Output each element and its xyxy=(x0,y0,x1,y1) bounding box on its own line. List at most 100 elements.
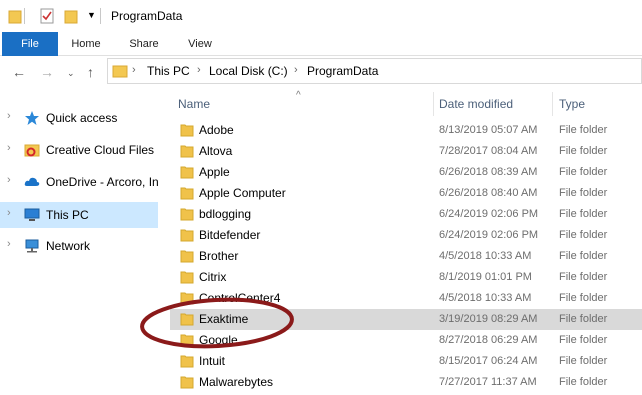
file-date-modified: 7/27/2017 11:37 AM xyxy=(439,376,537,388)
file-row-controlcenter4[interactable]: ControlCenter4 4/5/2018 10:33 AM File fold… xyxy=(170,288,642,309)
file-date-modified: 4/5/2018 10:33 AM xyxy=(439,292,532,304)
file-row-google[interactable]: Google 8/27/2018 06:29 AM File folder xyxy=(170,330,642,351)
file-name: ControlCenter4 xyxy=(199,291,281,305)
chevron-right-icon[interactable]: › xyxy=(7,174,11,186)
folder-icon xyxy=(112,65,128,78)
file-list: ^ Name Date modified Type Adobe 8/13/2019… xyxy=(160,90,642,395)
folder-icon xyxy=(180,145,194,158)
tab-home[interactable]: Home xyxy=(62,32,110,56)
file-row-intuit[interactable]: Intuit 8/15/2017 06:24 AM File folder xyxy=(170,351,642,372)
chevron-right-icon[interactable]: › xyxy=(7,238,11,250)
breadcrumb-programdata[interactable]: ProgramData xyxy=(307,64,378,78)
folder-icon xyxy=(180,250,194,263)
file-type: File folder xyxy=(559,208,608,220)
file-row-malwarebytes[interactable]: Malwarebytes 7/27/2017 11:37 AM File folde… xyxy=(170,372,642,393)
creative-cloud-icon xyxy=(24,144,40,157)
folder-icon xyxy=(180,271,194,284)
folder-icon xyxy=(180,208,194,221)
column-header-name[interactable]: Name xyxy=(178,97,210,111)
chevron-right-icon[interactable]: › xyxy=(7,110,11,122)
nav-item-this-pc[interactable]: › This PC xyxy=(0,202,158,228)
navigation-pane: › Quick access › Creative Cloud Files › … xyxy=(0,90,160,395)
new-folder-icon[interactable] xyxy=(64,8,78,24)
file-date-modified: 6/24/2019 02:06 PM xyxy=(439,229,539,241)
file-name: Citrix xyxy=(199,270,227,284)
file-type: File folder xyxy=(559,187,608,199)
file-date-modified: 4/5/2018 10:33 AM xyxy=(439,250,532,262)
ribbon-tabs: File Home Share View xyxy=(0,32,642,56)
breadcrumb-this-pc[interactable]: This PC xyxy=(147,64,190,78)
file-type: File folder xyxy=(559,271,608,283)
file-row-apple-computer[interactable]: Apple Computer 6/26/2018 08:40 AM File fol… xyxy=(170,183,642,204)
nav-item-creative-cloud-files[interactable]: › Creative Cloud Files xyxy=(0,137,158,163)
recent-locations-dropdown-icon[interactable]: ⌄ xyxy=(67,68,75,79)
column-header-type[interactable]: Type xyxy=(559,97,585,111)
file-date-modified: 7/28/2017 08:04 AM xyxy=(439,145,538,157)
file-row-citrix[interactable]: Citrix 8/1/2019 01:01 PM File folder xyxy=(170,267,642,288)
file-name: Brother xyxy=(199,249,239,263)
tab-share[interactable]: Share xyxy=(120,32,168,56)
back-arrow-icon[interactable]: ← xyxy=(12,64,26,80)
folder-icon xyxy=(180,292,194,305)
file-row-exaktime[interactable]: Exaktime 3/19/2019 08:29 AM File folder xyxy=(170,309,642,330)
file-name: Altova xyxy=(199,144,233,158)
chevron-right-icon[interactable]: › xyxy=(7,142,11,154)
file-type: File folder xyxy=(559,334,608,346)
file-row-bdlogging[interactable]: bdlogging 6/24/2019 02:06 PM File folder xyxy=(170,204,642,225)
breadcrumb-separator-icon[interactable]: › xyxy=(294,64,298,76)
column-divider[interactable] xyxy=(552,92,553,116)
computer-icon xyxy=(24,208,40,221)
folder-icon[interactable] xyxy=(8,8,22,24)
file-name: Adobe xyxy=(199,123,234,137)
file-type: File folder xyxy=(559,313,608,325)
nav-item-onedrive[interactable]: › OneDrive - Arcoro, In xyxy=(0,169,159,195)
title-bar: ▼ ProgramData xyxy=(0,0,642,32)
folder-icon xyxy=(180,187,194,200)
nav-label: This PC xyxy=(46,208,89,222)
file-name: bdlogging xyxy=(199,207,252,221)
separator xyxy=(24,8,25,24)
file-row-brother[interactable]: Brother 4/5/2018 10:33 AM File folder xyxy=(170,246,642,267)
nav-item-network[interactable]: › Network xyxy=(0,233,158,259)
file-date-modified: 6/26/2018 08:40 AM xyxy=(439,187,538,199)
folder-icon xyxy=(180,166,194,179)
column-header-date-modified[interactable]: Date modified xyxy=(439,97,513,111)
file-row-altova[interactable]: Altova 7/28/2017 08:04 AM File folder xyxy=(170,141,642,162)
nav-item-quick-access[interactable]: › Quick access xyxy=(0,105,158,131)
file-date-modified: 8/13/2019 05:07 AM xyxy=(439,124,538,136)
column-divider[interactable] xyxy=(433,92,434,116)
file-row-bitdefender[interactable]: Bitdefender 6/24/2019 02:06 PM File folder xyxy=(170,225,642,246)
window-title: ProgramData xyxy=(111,9,183,23)
file-name: Google xyxy=(199,333,238,347)
file-name: Exaktime xyxy=(199,312,249,326)
folder-icon xyxy=(180,334,194,347)
file-date-modified: 8/15/2017 06:24 AM xyxy=(439,355,538,367)
folder-icon xyxy=(180,355,194,368)
breadcrumb-local-disk[interactable]: Local Disk (C:) xyxy=(209,64,288,78)
file-name: Bitdefender xyxy=(199,228,261,242)
customize-toolbar-dropdown-icon[interactable]: ▼ xyxy=(87,10,96,20)
file-name: Apple xyxy=(199,165,230,179)
file-name: Apple Computer xyxy=(199,186,286,200)
file-type: File folder xyxy=(559,124,608,136)
file-type: File folder xyxy=(559,229,608,241)
folder-icon xyxy=(180,376,194,389)
tab-view[interactable]: View xyxy=(176,32,224,56)
nav-label: Network xyxy=(46,239,91,253)
file-type: File folder xyxy=(559,145,608,157)
file-row-adobe[interactable]: Adobe 8/13/2019 05:07 AM File folder xyxy=(170,120,642,141)
chevron-right-icon[interactable]: › xyxy=(7,207,11,219)
folder-icon xyxy=(180,313,194,326)
up-arrow-icon[interactable]: ↑ xyxy=(87,64,94,80)
nav-label: Quick access xyxy=(46,111,118,125)
properties-icon[interactable] xyxy=(40,8,54,24)
file-type: File folder xyxy=(559,355,608,367)
address-bar[interactable]: › This PC › Local Disk (C:) › ProgramDat… xyxy=(107,58,642,84)
file-row-apple[interactable]: Apple 6/26/2018 08:39 AM File folder xyxy=(170,162,642,183)
breadcrumb-separator-icon[interactable]: › xyxy=(197,64,201,76)
forward-arrow-icon[interactable]: → xyxy=(40,64,54,80)
file-type: File folder xyxy=(559,166,608,178)
nav-label: Creative Cloud Files xyxy=(46,143,155,157)
breadcrumb-separator-icon[interactable]: › xyxy=(132,64,136,76)
tab-file[interactable]: File xyxy=(2,32,58,56)
